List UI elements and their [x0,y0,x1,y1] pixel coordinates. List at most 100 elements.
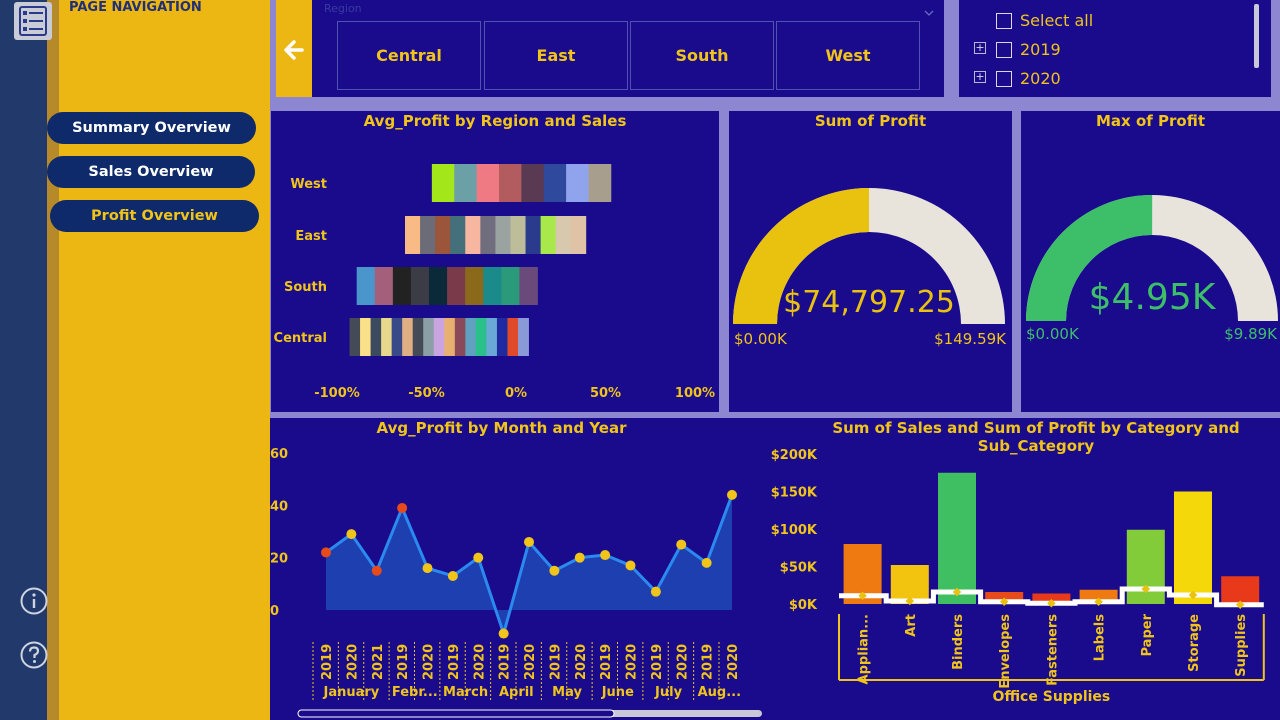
year-2019-checkbox[interactable] [996,41,1012,58]
data-point [574,552,585,563]
data-point [650,586,661,597]
x-year-label: 2020 [523,644,538,680]
x-year-label: 2020 [422,644,437,680]
select-all-label: Select all [1020,11,1094,30]
x-category-label: Envelopes [998,614,1013,689]
expand-2019-icon[interactable]: + [974,42,986,54]
x-year-label: 2020 [345,644,360,680]
info-icon[interactable] [19,586,49,616]
x-category-label: Supplies [1234,614,1249,677]
y-tick-label: 0 [270,604,279,619]
x-category-label: Fasteners [1045,614,1060,686]
bar-segment-central [423,318,435,356]
x-category-label: Binders [951,614,966,670]
bar-segment-central [391,318,403,356]
bar-segment-south [501,267,520,305]
bar-segment-central [518,318,529,356]
x-month-label: April [499,685,534,700]
chevron-down-icon[interactable] [924,2,934,16]
region-tile-south[interactable]: South [630,21,774,90]
y-tick-label: $50K [780,561,818,576]
data-point [676,539,687,550]
x-year-label: 2019 [701,644,716,680]
nav-profit-overview-button[interactable]: Profit Overview [50,200,259,232]
bar-segment-east [405,216,421,254]
bar-segment-south [447,267,466,305]
help-icon[interactable] [19,640,49,670]
data-point [727,489,737,500]
back-button[interactable] [276,0,312,97]
combo-chart-svg: $200K $150K $100K $50K $0K Applian... Art Binde… [771,448,1265,705]
bar-segment-west [566,164,589,202]
x-year-label: 2020 [675,644,690,680]
region-tile-central[interactable]: Central [337,21,481,90]
year-2020-label: 2020 [1020,69,1061,88]
x-category-label: Storage [1187,614,1202,672]
x-month-label: July [654,685,683,700]
bar-segment-south [356,267,376,305]
x-year-label: 2020 [472,644,487,680]
bar-segment-central [507,318,519,356]
data-point [422,563,433,574]
y-tick-label: 60 [270,447,288,462]
max-of-profit-gauge: Max of Profit $4.95K $0.00K $9.89K [1021,111,1280,412]
bar-segment-south [392,267,412,305]
bar-segment-west [498,164,522,202]
year-slicer-scrollbar[interactable] [1254,4,1259,68]
data-point [473,552,484,563]
region-tile-west[interactable]: West [776,21,920,90]
bar-segment-south [519,267,538,305]
bar-segment-central [475,318,487,356]
year-2020-checkbox[interactable] [996,70,1012,87]
bar-segment-central [454,318,466,356]
nav-sales-overview-button[interactable]: Sales Overview [47,156,255,188]
category-group-label: Office Supplies [993,689,1111,705]
x-year-label: 2019 [320,644,335,680]
select-all-checkbox[interactable] [996,12,1012,29]
bar-segment-west [476,164,500,202]
bar-segment-west [543,164,567,202]
bar-segment-west [454,164,478,202]
sales-bar [1221,576,1260,604]
x-tick-label: 50% [590,386,621,401]
bar-segment-central [381,318,393,356]
nav-summary-overview-button[interactable]: Summary Overview [47,112,256,144]
data-point [447,570,458,581]
region-tile-east[interactable]: East [484,21,628,90]
year-option-2019[interactable]: 2019 [996,40,1061,59]
page-navigation-panel: PAGE NAVIGATION [59,0,270,720]
select-all-option[interactable]: Select all [996,11,1093,30]
bar-segment-east [510,216,526,254]
bar-segment-east [435,216,451,254]
y-tick-label: $200K [771,448,818,463]
gauge-svg: $4.95K $0.00K $9.89K [1026,195,1278,343]
category-label-east: East [295,229,327,244]
x-year-label: 2020 [574,644,589,680]
x-category-label: Labels [1093,614,1108,662]
x-year-label: 2021 [371,644,386,680]
x-month-label: May [552,685,582,700]
category-label-south: South [284,280,327,295]
x-year-label: 2020 [625,644,640,680]
year-option-2020[interactable]: 2020 [996,69,1061,88]
expand-2020-icon[interactable]: + [974,71,986,83]
year-2019-label: 2019 [1020,40,1061,59]
menu-list-icon[interactable] [14,2,52,40]
avg-profit-by-region-chart: Avg_Profit by Region and Sales West East S… [271,111,719,412]
bar-segment-central [465,318,477,356]
bar-segment-east [555,216,572,254]
bar-segment-east [540,216,557,254]
bar-segment-east [480,216,496,254]
region-bar-svg: West East South Central -100% -50% 0% 50% 100% [274,164,715,401]
data-point [371,565,382,576]
bar-segment-central [360,318,371,356]
bar-segment-central [349,318,361,356]
bar-segment-central [444,318,456,356]
bar-segment-east [570,216,587,254]
nav-title: PAGE NAVIGATION [69,0,202,15]
gauge-max-label: $149.59K [934,330,1007,348]
bar-segment-west [588,164,612,202]
x-year-label: 2019 [548,644,563,680]
gauge-value-label: $4.95K [1089,277,1217,318]
data-point [549,565,560,576]
